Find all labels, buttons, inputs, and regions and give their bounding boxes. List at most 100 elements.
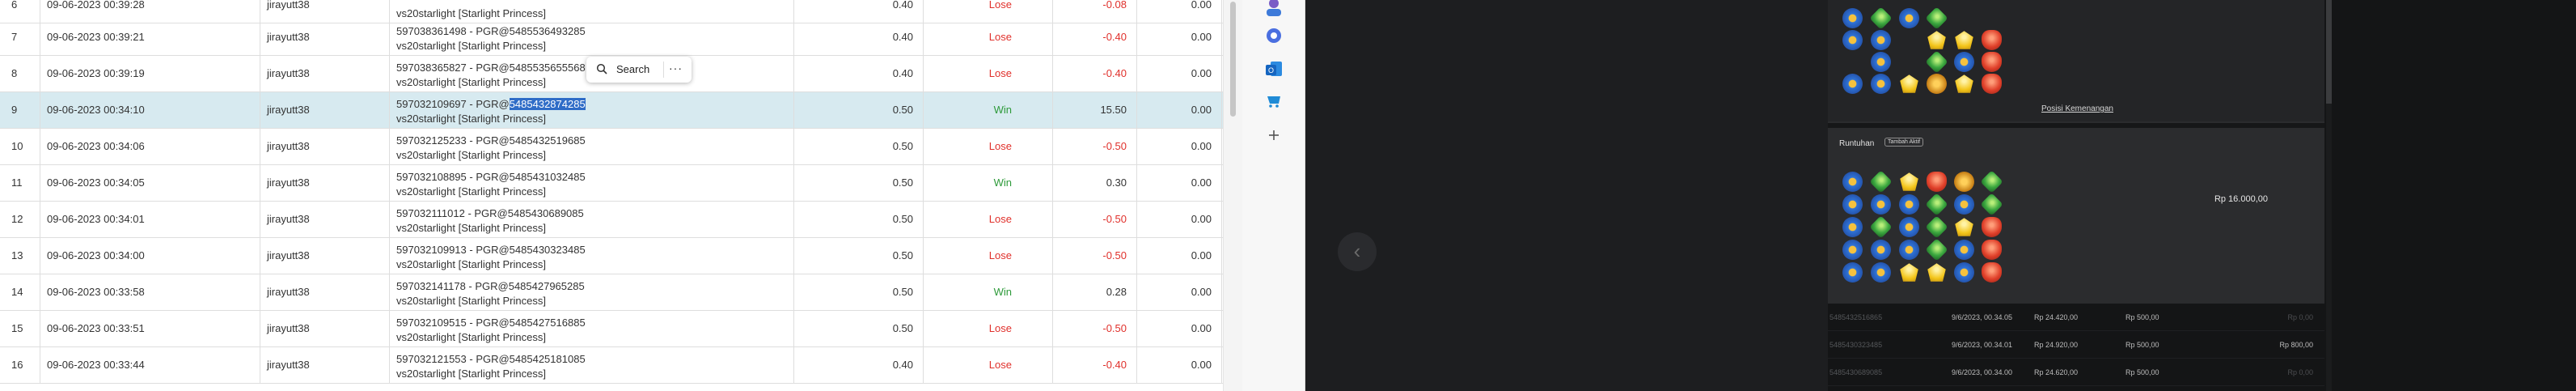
shopping-icon[interactable]	[1263, 89, 1285, 112]
round-time: 9/6/2023, 00.34.05	[1952, 313, 2013, 321]
row-time: 09-06-2023 00:39:21	[47, 31, 145, 43]
table-row[interactable]: 16 09-06-2023 00:33:44 jirayutt38 597032…	[0, 347, 1223, 384]
table-row[interactable]: 11 09-06-2023 00:34:05 jirayutt38 597032…	[0, 165, 1223, 202]
search-button[interactable]: Search	[616, 63, 649, 75]
selected-text-highlight[interactable]: 5485432874285	[509, 98, 586, 110]
green-gem-icon	[1925, 6, 1948, 30]
row-bet: 0.50	[892, 104, 913, 116]
search-icon[interactable]	[596, 63, 607, 77]
extension-icon[interactable]	[1263, 24, 1285, 47]
green-gem-icon	[1980, 170, 2003, 193]
chevron-left-icon[interactable]: ‹	[1338, 232, 1377, 271]
blue-gem-icon	[1899, 217, 1919, 237]
row-jackpot: 0.00	[1191, 249, 1212, 261]
row-number: 10	[11, 140, 23, 152]
round-balance: Rp 24.620,00	[2034, 368, 2079, 376]
yellow-gem-icon	[1900, 263, 1918, 282]
row-detail-id: 597032108895 - PGR@5485431032485	[396, 171, 586, 183]
row-detail-id: 597032125233 - PGR@5485432519685	[396, 134, 586, 147]
row-winloss: -0.50	[1102, 140, 1127, 152]
row-result: Lose	[988, 67, 1012, 79]
row-bet: 0.50	[892, 249, 913, 261]
row-user: jirayutt38	[267, 249, 310, 261]
row-bet: 0.40	[892, 31, 913, 43]
browser-side-toolbar: O	[1242, 0, 1305, 391]
round-balance: Rp 24.420,00	[2034, 313, 2079, 321]
blue-gem-icon	[1871, 194, 1891, 215]
row-bet: 0.40	[892, 359, 913, 371]
row-number: 12	[11, 213, 23, 225]
row-detail-game: vs20starlight [Starlight Princess]	[396, 76, 546, 88]
green-gem-icon	[1925, 238, 1948, 261]
green-gem-icon	[1925, 50, 1948, 74]
win-position-section: Posisi Kemenangan	[1828, 0, 2324, 121]
row-detail-game: vs20starlight [Starlight Princess]	[396, 258, 546, 270]
scrollbar-thumb[interactable]	[1230, 2, 1236, 117]
yellow-gem-icon	[1900, 74, 1918, 93]
green-gem-icon	[1869, 215, 1893, 239]
table-row[interactable]: 15 09-06-2023 00:33:51 jirayutt38 597032…	[0, 311, 1223, 347]
row-jackpot: 0.00	[1191, 322, 1212, 334]
svg-text:O: O	[1268, 66, 1274, 74]
row-detail-id: 597032109913 - PGR@5485430323485	[396, 244, 586, 256]
list-item[interactable]: 5485430323485 9/6/2023, 00.34.01 Rp 24.9…	[1828, 331, 2324, 359]
row-bet: 0.40	[892, 67, 913, 79]
table-row[interactable]: 13 09-06-2023 00:34:00 jirayutt38 597032…	[0, 238, 1223, 274]
row-number: 13	[11, 249, 23, 261]
add-icon[interactable]	[1263, 124, 1285, 147]
yellow-gem-icon	[1927, 31, 1946, 49]
table-row[interactable]: 14 09-06-2023 00:33:58 jirayutt38 597032…	[0, 274, 1223, 311]
green-gem-icon	[1980, 193, 2003, 216]
row-detail-id: 597038365827 - PGR@5485535655568	[396, 62, 586, 74]
round-time: 9/6/2023, 00.34.01	[1952, 341, 2013, 349]
row-result: Lose	[988, 322, 1012, 334]
red-gem-icon	[1982, 30, 2002, 50]
list-item[interactable]: 5485430689085 9/6/2023, 00.34.00 Rp 24.6…	[1828, 359, 2324, 386]
row-number: 8	[11, 67, 18, 79]
blue-gem-icon	[1871, 30, 1891, 50]
row-user: jirayutt38	[267, 213, 310, 225]
replay-scrollbar[interactable]	[2326, 0, 2332, 391]
list-item[interactable]: 5485432516865 9/6/2023, 00.34.05 Rp 24.4…	[1828, 304, 2324, 331]
row-detail-id: 597032111012 - PGR@5485430689085	[396, 207, 584, 219]
row-winloss: 0.30	[1106, 176, 1127, 189]
row-user: jirayutt38	[267, 286, 310, 298]
row-detail-game: vs20starlight [Starlight Princess]	[396, 331, 546, 343]
wild-symbol-icon	[1927, 74, 1947, 94]
yellow-gem-icon	[1955, 218, 1973, 236]
blue-gem-icon	[1842, 30, 1863, 50]
row-jackpot: 0.00	[1191, 140, 1212, 152]
tumble-badge: Tambah Aktif	[1884, 138, 1924, 147]
more-options-button[interactable]: ···	[669, 62, 683, 74]
row-detail-game: vs20starlight [Starlight Princess]	[396, 7, 546, 19]
win-position-link[interactable]: Posisi Kemenangan	[2041, 104, 2113, 113]
profile-icon[interactable]	[1263, 0, 1285, 18]
vertical-scrollbar[interactable]	[1223, 0, 1242, 391]
row-detail-game: vs20starlight [Starlight Princess]	[396, 222, 546, 234]
row-detail-game: vs20starlight [Starlight Princess]	[396, 185, 546, 198]
row-user: jirayutt38	[267, 359, 310, 371]
blue-gem-icon	[1899, 8, 1919, 28]
round-bet: Rp 500,00	[2126, 313, 2159, 321]
round-id: 5485432516865	[1829, 313, 1883, 321]
row-time: 09-06-2023 00:39:19	[47, 67, 145, 79]
row-time: 09-06-2023 00:33:58	[47, 286, 145, 298]
table-row[interactable]: 10 09-06-2023 00:34:06 jirayutt38 597032…	[0, 129, 1223, 165]
row-user: jirayutt38	[267, 104, 310, 116]
table-row[interactable]: 12 09-06-2023 00:34:01 jirayutt38 597032…	[0, 202, 1223, 238]
popup-divider	[663, 62, 664, 78]
row-detail-id: 597032141178 - PGR@5485427965285	[396, 280, 585, 292]
row-time: 09-06-2023 00:34:06	[47, 140, 145, 152]
row-result: Win	[993, 176, 1012, 189]
row-jackpot: 0.00	[1191, 213, 1212, 225]
red-gem-icon	[1982, 52, 2002, 72]
outlook-icon[interactable]: O	[1263, 57, 1285, 80]
round-time: 9/6/2023, 00.34.00	[1952, 368, 2013, 376]
replay-scrollbar-thumb[interactable]	[2326, 0, 2332, 104]
red-gem-icon	[1982, 240, 2002, 260]
round-id: 5485430689085	[1829, 368, 1883, 376]
table-row-selected[interactable]: 9 09-06-2023 00:34:10 jirayutt38 5970321…	[0, 92, 1223, 129]
table-row[interactable]: 7 09-06-2023 00:39:21 jirayutt38 5970383…	[0, 19, 1223, 56]
row-bet: 0.50	[892, 176, 913, 189]
row-time: 09-06-2023 00:39:28	[47, 0, 145, 11]
